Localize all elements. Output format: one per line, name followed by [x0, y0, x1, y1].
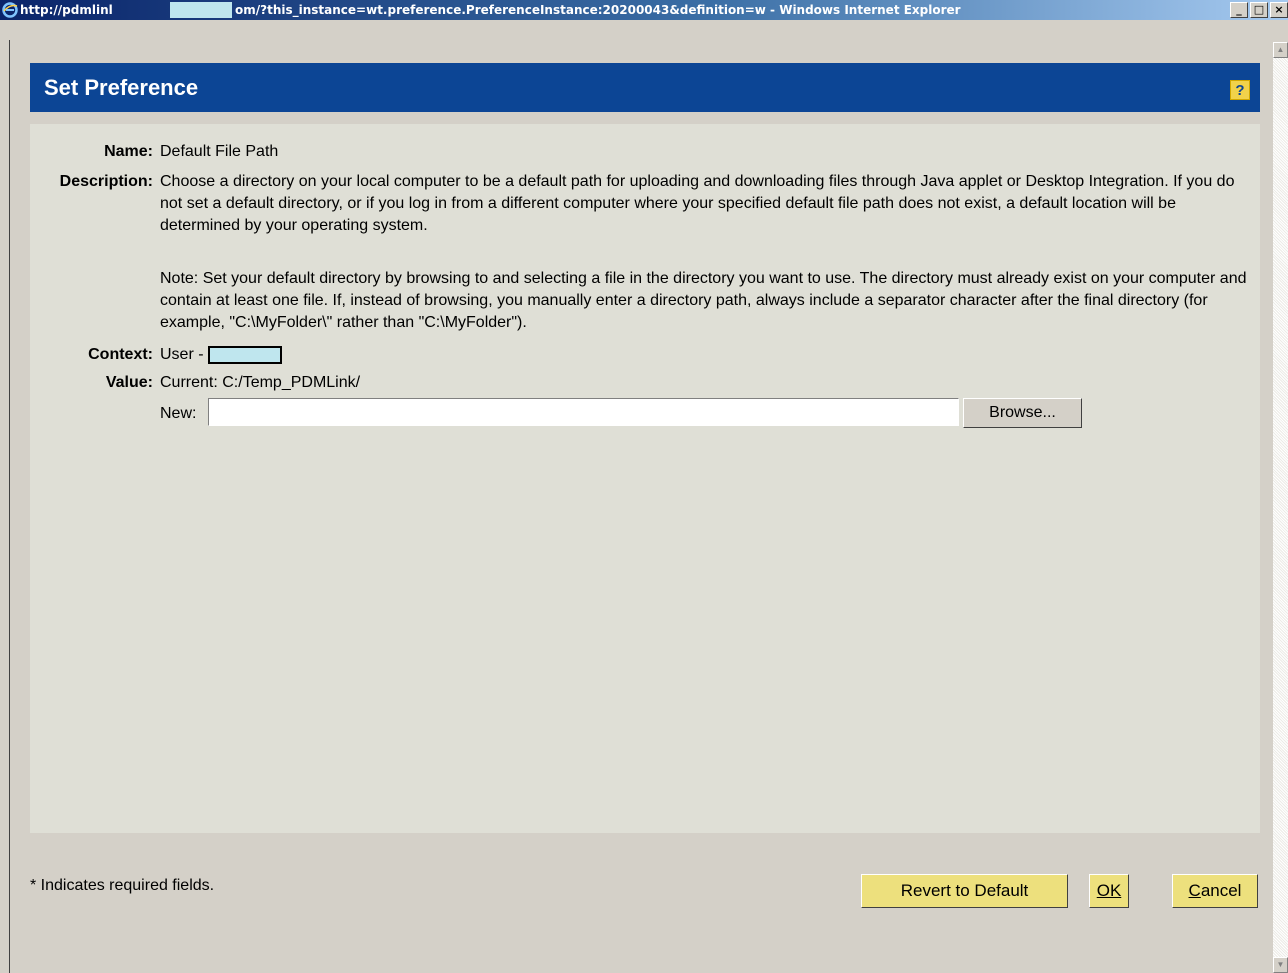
cancel-label-rest: ancel [1200, 881, 1242, 900]
vertical-scrollbar[interactable]: ▲ ▼ [1273, 42, 1288, 973]
revert-to-default-button[interactable]: Revert to Default [861, 874, 1068, 908]
window-title-url-start: http://pdmlinl [20, 3, 113, 17]
scroll-up-arrow-icon[interactable]: ▲ [1273, 42, 1288, 58]
close-button[interactable]: × [1270, 2, 1288, 18]
required-fields-note: * Indicates required fields. [30, 877, 215, 894]
context-value: User - [160, 346, 204, 363]
page-header: Set Preference ? [30, 63, 1260, 112]
internet-explorer-icon [2, 2, 18, 18]
name-value: Default File Path [160, 143, 279, 160]
new-value-input[interactable] [208, 398, 959, 426]
help-button[interactable]: ? [1230, 80, 1250, 100]
minimize-button[interactable]: _ [1230, 2, 1248, 18]
context-label: Context: [88, 346, 153, 363]
page-title: Set Preference [44, 75, 199, 100]
maximize-button[interactable]: □ [1250, 2, 1268, 18]
window-controls: _ □ × [1228, 2, 1288, 18]
description-label: Description: [59, 173, 153, 190]
redacted-block [207, 345, 282, 364]
window-title-url-end: om/?this_instance=wt.preference.Preferen… [235, 3, 961, 17]
value-label: Value: [105, 374, 153, 391]
note-text: Note: Set your default directory by brow… [160, 270, 1247, 331]
ok-button[interactable]: OK [1089, 874, 1129, 908]
name-label: Name: [104, 143, 153, 160]
cancel-button[interactable]: Cancel [1172, 874, 1258, 908]
current-value: Current: C:/Temp_PDMLink/ [160, 374, 361, 391]
browse-button[interactable]: Browse... [963, 398, 1082, 428]
description-text: Choose a directory on your local compute… [160, 173, 1235, 234]
window-frame-line [9, 40, 10, 973]
preference-panel: Name: Default File Path Description: Cho… [30, 124, 1260, 833]
window-title-bar: http://pdmlinl om/?this_instance=wt.pref… [0, 0, 1288, 20]
context-value-wrap: User - [160, 344, 1250, 366]
cancel-mnemonic: C [1188, 881, 1201, 900]
redacted-block [170, 2, 232, 18]
scroll-down-arrow-icon[interactable]: ▼ [1273, 957, 1288, 973]
